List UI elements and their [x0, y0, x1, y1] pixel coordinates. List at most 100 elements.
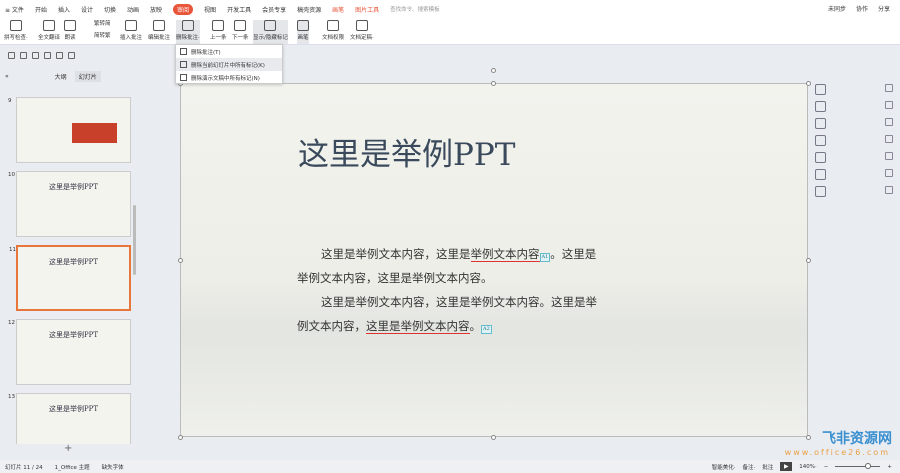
transform-icon[interactable] [885, 118, 893, 126]
collab-button[interactable]: 协作 [856, 4, 868, 13]
tab-slides[interactable]: 幻灯片 [74, 70, 101, 82]
resize-handle[interactable] [178, 435, 183, 440]
resize-handle[interactable] [491, 81, 496, 86]
add-slide-button[interactable]: + [64, 443, 72, 454]
missing-fonts-button[interactable]: 缺失字体 [102, 463, 124, 471]
slide-thumbnail[interactable]: 9 [8, 97, 131, 163]
export-icon[interactable] [20, 52, 27, 59]
more-icon[interactable] [815, 186, 826, 197]
menu-context-tab[interactable]: 画笔 [332, 5, 344, 14]
menu-item[interactable]: 开发工具 [227, 5, 251, 14]
menu-item[interactable]: 会员专享 [262, 5, 286, 14]
share-button[interactable]: 分享 [878, 4, 890, 13]
zoom-in-button[interactable]: + [887, 464, 892, 470]
play-icon[interactable]: ▶ [780, 462, 793, 471]
menu-item[interactable]: 切换 [104, 5, 116, 14]
menu-item-delete-all-marks[interactable]: 删除演示文稿中所有标记(N) [176, 71, 282, 84]
ribbon-button[interactable]: 拼写检查· [4, 20, 28, 44]
ribbon-button[interactable]: 文档定稿· [350, 20, 374, 44]
ribbon-button[interactable]: 朗读 [64, 20, 76, 44]
save-icon[interactable] [8, 52, 15, 59]
preview-icon[interactable] [44, 52, 51, 59]
collapse-panel-button[interactable]: « [5, 73, 9, 80]
ribbon-button[interactable]: 编辑批注 [148, 20, 170, 44]
thumb-graphic [72, 123, 117, 143]
menu-context-tab[interactable]: 图片工具 [355, 5, 379, 14]
image-icon[interactable] [815, 169, 826, 180]
command-search[interactable]: 查找命令、搜索模板 [390, 5, 440, 13]
tab-outline[interactable]: 大纲 [55, 72, 67, 81]
ribbon-button[interactable]: 全文翻译 [38, 20, 60, 44]
menu-item[interactable]: 开始 [35, 5, 47, 14]
style-icon[interactable] [815, 152, 826, 163]
ribbon-button[interactable]: 上一条 [210, 20, 227, 44]
slide-title[interactable]: 这里是举例PPT [298, 129, 515, 174]
location-icon[interactable] [885, 186, 893, 194]
copy-icon[interactable] [885, 135, 893, 143]
status-bar: 幻灯片 11 / 24 1_Office 主题 缺失字体 智能美化· 备注· 批… [0, 460, 900, 473]
comments-button[interactable]: 批注 [762, 463, 773, 471]
menu-bar: ≡ 文件 开始 插入 设计 切换 动画 放映 审阅 视图 开发工具 会员专享 稿壳资源 画笔 图片工具 查找… [0, 0, 900, 18]
ribbon-button[interactable]: 简转繁 [94, 31, 111, 42]
ribbon-button[interactable]: 插入批注 [120, 20, 142, 44]
zoom-level[interactable]: 140%· [799, 464, 816, 470]
zoom-icon[interactable] [815, 118, 826, 129]
menu-item[interactable]: 插入 [58, 5, 70, 14]
sync-button[interactable]: 未同步 [828, 4, 846, 13]
rotate-handle[interactable] [491, 68, 496, 73]
resize-handle[interactable] [806, 435, 811, 440]
resize-handle[interactable] [491, 435, 496, 440]
slide-thumbnail[interactable]: 12 这里是举例PPT [8, 319, 131, 385]
zoom-out-button[interactable]: − [824, 464, 829, 470]
comment-marker[interactable]: A2 [481, 325, 492, 334]
ribbon-button[interactable]: 繁转简 [94, 19, 111, 30]
notes-button[interactable]: 备注· [743, 463, 756, 471]
resize-handle[interactable] [806, 81, 811, 86]
menu-item[interactable]: 放映 [150, 5, 162, 14]
resize-handle[interactable] [178, 258, 183, 263]
ribbon-button[interactable]: 文档权限 [322, 20, 344, 44]
ribbon-button[interactable]: 画笔 [297, 20, 309, 44]
slide-paragraph-1[interactable]: 这里是举例文本内容，这里是举例文本内容 A1 。这里是举例文本内容，这里是举例文本内… [297, 242, 607, 290]
deck-icon [180, 74, 187, 81]
slide-thumbnail[interactable]: 11 这里是举例PPT [9, 245, 131, 311]
menu-item-delete-slide-marks[interactable]: 删除当前幻灯片中所有标记(K) [176, 58, 282, 71]
ribbon-button[interactable]: 下一条 [232, 20, 249, 44]
slide-paragraph-2[interactable]: 这里是举例文本内容，这里是举例文本内容。这里是举例文本内容，这里是举例文本内容。… [297, 290, 607, 338]
watermark-url: www.office26.com [784, 448, 890, 457]
slide-thumbnail[interactable]: 13 这里是举例PPT [8, 393, 131, 444]
menu-item[interactable]: 稿壳资源 [297, 5, 321, 14]
thumbnail-scrollbar[interactable] [133, 205, 136, 275]
menu-item[interactable]: 审阅 [173, 3, 194, 15]
slide-thumbnails: 9 10 这里是举例PPT 11 这里是举例PPT 12 这里是举例PPT 13 这里是举例PP… [0, 92, 140, 444]
redo-icon[interactable] [68, 52, 75, 59]
menu-item[interactable]: 动画 [127, 5, 139, 14]
beautify-button[interactable]: 智能美化· [712, 463, 736, 471]
menu-item[interactable]: 视图 [204, 5, 216, 14]
quick-access-toolbar [8, 52, 75, 59]
ribbon-button[interactable]: 显示/隐藏标记 [253, 20, 288, 44]
crop-icon[interactable] [815, 135, 826, 146]
add-icon[interactable] [815, 84, 826, 95]
layer-icon[interactable] [815, 101, 826, 112]
menu-item-delete-comment[interactable]: 删除批注(T) [176, 45, 282, 58]
comment-marker[interactable]: A1 [539, 253, 551, 262]
edit-icon[interactable] [885, 169, 893, 177]
menu-item[interactable]: ≡ 文件 [5, 5, 24, 14]
menu-item[interactable]: 设计 [81, 5, 93, 14]
slide-canvas[interactable]: 这里是举例PPT 这里是举例文本内容，这里是举例文本内容 A1 。这里是举例文本内容… [180, 83, 808, 437]
undo-icon[interactable] [56, 52, 63, 59]
ribbon-button[interactable]: 删除批注· [176, 20, 200, 44]
cursor-icon[interactable] [885, 84, 893, 92]
ribbon: 拼写检查· 全文翻译 朗读 繁转简 简转繁 插入批注 编辑批注 删除批注· 上一条 下一条 显示/隐… [0, 18, 900, 45]
print-icon[interactable] [32, 52, 39, 59]
zoom-slider[interactable] [835, 463, 881, 469]
ribbon-icon [327, 20, 339, 31]
settings-icon[interactable] [885, 101, 893, 109]
resize-handle[interactable] [806, 258, 811, 263]
comment-icon [180, 48, 187, 55]
help-icon[interactable] [885, 152, 893, 160]
slide-thumbnail[interactable]: 10 这里是举例PPT [8, 171, 131, 237]
watermark-brand: 飞非资源网 [822, 431, 892, 447]
panel-tabs: « 大纲 幻灯片 [0, 70, 140, 82]
